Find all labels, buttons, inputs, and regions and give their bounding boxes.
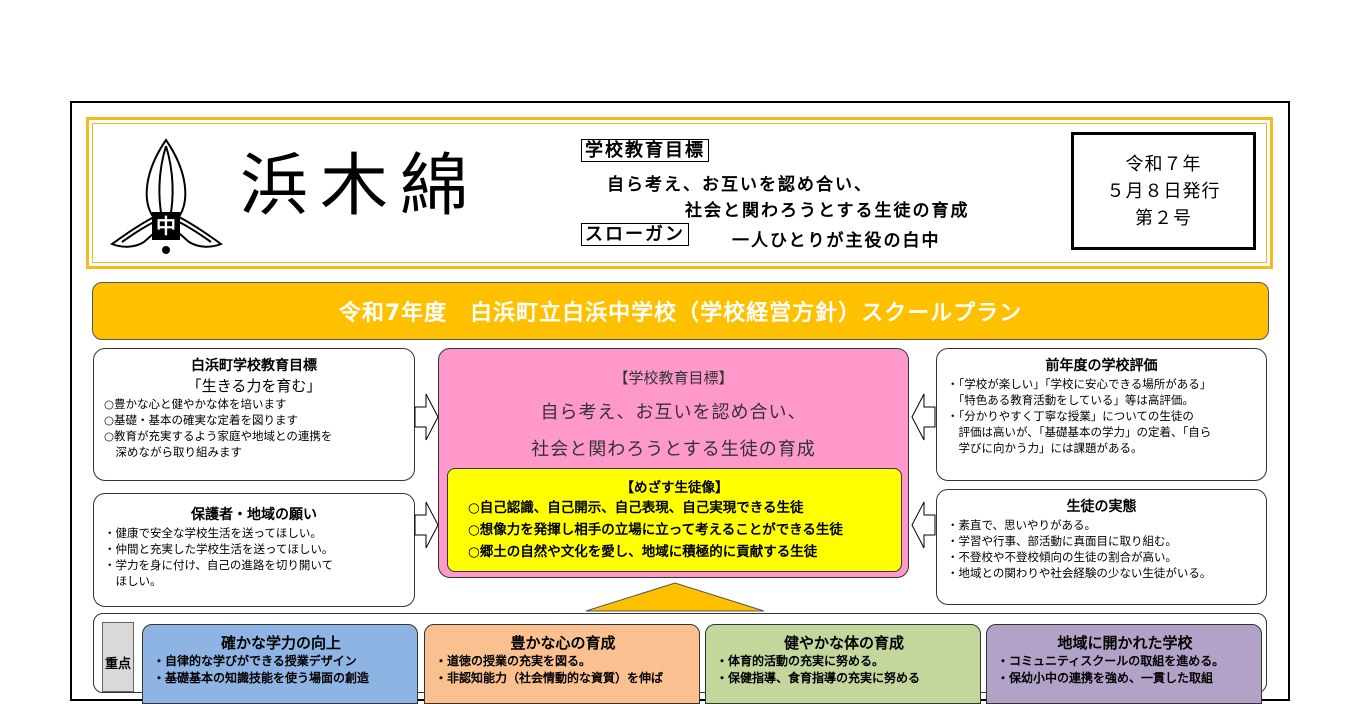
town-goal-item: ○豊かな心と健やかな体を培います [104, 397, 287, 411]
parents-heading: 保護者・地域の願い [191, 507, 317, 523]
evaluation-item: 「特色ある教育活動をしている」等は高評価。 [947, 393, 1194, 407]
school-plan-banner: 令和7年度 白浜町立白浜中学校（学校経営方針）スクールプラン [92, 282, 1269, 340]
pillar-heading: 地域に開かれた学校 [1057, 634, 1193, 652]
goal-label: 学校教育目標 [581, 139, 709, 162]
ideal-student-box: 【めざす生徒像】 ○自己認識、自己開示、自己表現、自己実現できる生徒 ○想像力を… [447, 468, 902, 572]
svg-text:中: 中 [156, 214, 176, 238]
evaluation-heading: 前年度の学校評価 [1045, 358, 1158, 374]
parents-item: ・健康で安全な学校生活を送ってほしい。 [104, 526, 322, 540]
goal-label-wrap: 学校教育目標 [581, 139, 709, 162]
arrow-right-icon [414, 501, 439, 549]
students-heading: 生徒の実態 [1066, 499, 1137, 515]
arrow-up-icon [585, 582, 765, 612]
pillar-community: 地域に開かれた学校 ・コミュニティスクールの取組を進める。 ・保幼小中の連携を強… [986, 624, 1262, 704]
arrow-left-icon [911, 501, 936, 549]
school-crest-icon: 中 [109, 138, 224, 254]
issue-era: 令和７年 [1125, 153, 1202, 175]
town-goal-heading: 白浜町学校教育目標 [191, 358, 317, 374]
town-goal-card: 白浜町学校教育目標 「生きる力を育む」 ○豊かな心と健やかな体を培います ○基礎… [93, 348, 415, 481]
arrow-left-icon [911, 393, 936, 441]
students-item: ・地域との関わりや社会経験の少ない生徒がいる。 [947, 566, 1212, 580]
students-item: ・不登校や不登校傾向の生徒の割合が高い。 [947, 550, 1177, 564]
town-goal-subheading: 「生きる力を育む」 [186, 377, 322, 395]
evaluation-card: 前年度の学校評価 ・「学校が楽しい」「学校に安心できる場所がある」 「特色ある教… [936, 348, 1267, 481]
pillar-item: ・コミュニティスクールの取組を進める。 [997, 654, 1225, 668]
pillar-item: ・道徳の授業の充実を図る。 [435, 654, 592, 668]
parents-wishes-card: 保護者・地域の願い ・健康で安全な学校生活を送ってほしい。 ・仲間と充実した学校… [93, 493, 415, 607]
parents-item: ・学力を身に付け、自己の進路を切り開いて [104, 558, 334, 572]
ideal-student-item: ○想像力を発揮し相手の立場に立って考えることができる生徒 [468, 522, 843, 538]
evaluation-item: 評価は高いが、「基礎基本の学力」の定着、「自ら [947, 425, 1212, 439]
school-goal-line-1: 自ら考え、お互いを認め合い、 [540, 402, 807, 423]
ideal-student-item: ○自己認識、自己開示、自己表現、自己実現できる生徒 [468, 500, 804, 516]
pillar-heading: 豊かな心の育成 [510, 634, 616, 652]
pillar-heading: 健やかな体の育成 [783, 634, 904, 652]
pillar-item: ・自律的な学びができる授業デザイン [153, 654, 357, 668]
issue-info-box: 令和７年 ５月８日発行 第２号 [1071, 132, 1256, 250]
parents-item: ・仲間と充実した学校生活を送ってほしい。 [104, 542, 334, 556]
pillar-item: ・基礎基本の知識技能を使う場面の創造 [153, 671, 370, 685]
arrow-right-icon [414, 393, 439, 441]
pillar-item: ・非認知能力（社会情動的な資質）を伸ば [435, 671, 664, 685]
students-item: ・素直で、思いやりがある。 [947, 518, 1097, 532]
school-goal-heading: 【学校教育目標】 [613, 369, 734, 387]
parents-item: ほしい。 [104, 574, 162, 588]
slogan-text: 一人ひとりが主役の白中 [732, 231, 941, 251]
town-goal-item: ○教育が充実するよう家庭や地域との連携を [104, 429, 333, 443]
pillar-academic: 確かな学力の向上 ・自律的な学びができる授業デザイン ・基礎基本の知識技能を使う… [142, 624, 418, 704]
pillar-item: ・保幼小中の連携を強め、一貫した取組 [997, 671, 1214, 685]
evaluation-item: ・「学校が楽しい」「学校に安心できる場所がある」 [947, 377, 1212, 391]
students-item: ・学習や行事、部活動に真面目に取り組む。 [947, 534, 1177, 548]
slogan-label: スローガン [581, 223, 689, 246]
slogan-label-wrap: スローガン [581, 223, 689, 246]
issue-date: ５月８日発行 [1106, 180, 1221, 202]
evaluation-item: 学びに向かう力」には課題がある。 [947, 441, 1143, 455]
evaluation-item: ・「分かりやすく丁寧な授業」についての生徒の [947, 409, 1194, 423]
pillar-item: ・体育的活動の充実に努める。 [716, 654, 885, 668]
students-reality-card: 生徒の実態 ・素直で、思いやりがある。 ・学習や行事、部活動に真面目に取り組む。… [936, 489, 1267, 605]
school-goal-line-2: 社会と関わろうとする生徒の育成 [531, 439, 816, 460]
ideal-student-heading: 【めざす生徒像】 [620, 480, 729, 496]
town-goal-item: ○基礎・基本の確実な定着を図ります [104, 413, 299, 427]
pillar-item: ・保健指導、食育指導の充実に努める [716, 671, 921, 685]
issue-number: 第２号 [1135, 207, 1192, 229]
pillar-health: 健やかな体の育成 ・体育的活動の充実に努める。 ・保健指導、食育指導の充実に努め… [705, 624, 981, 704]
goal-line-1: 自ら考え、お互いを認め合い、 [607, 175, 873, 195]
town-goal-item: 深めながら取り組みます [104, 445, 242, 459]
goal-line-2: 社会と関わろうとする生徒の育成 [685, 201, 970, 221]
ideal-student-item: ○郷土の自然や文化を愛し、地域に積極的に貢献する生徒 [468, 544, 818, 560]
newsletter-title: 浜木綿 [240, 147, 481, 226]
pillar-heading: 確かな学力の向上 [220, 634, 341, 652]
pillar-heart: 豊かな心の育成 ・道徳の授業の充実を図る。 ・非認知能力（社会情動的な資質）を伸… [424, 624, 700, 704]
